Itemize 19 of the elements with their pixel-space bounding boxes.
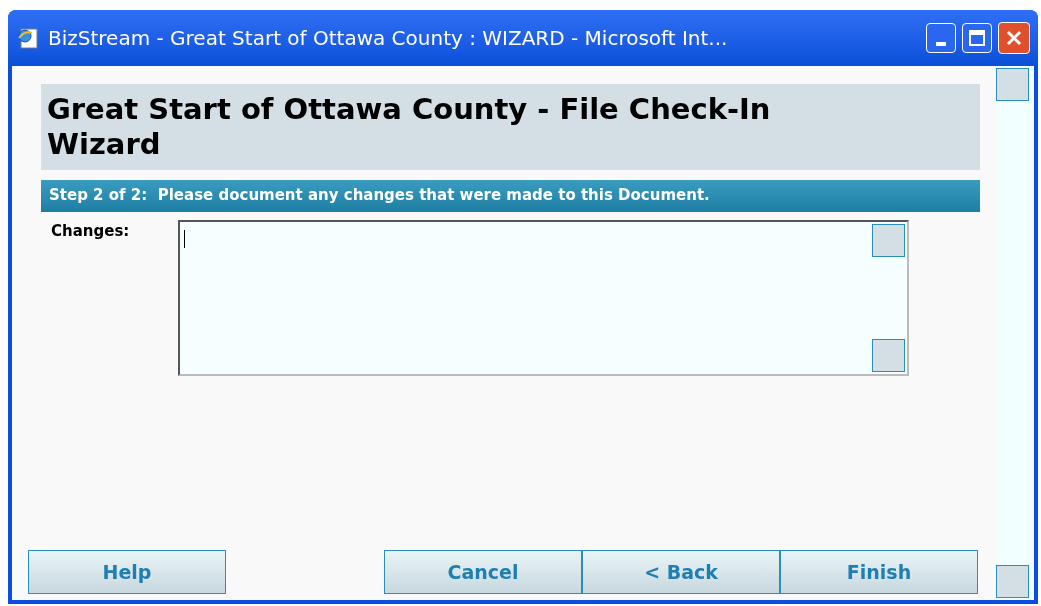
scroll-down-button[interactable] <box>996 565 1029 598</box>
changes-label: Changes: <box>51 220 131 242</box>
scroll-up-button[interactable] <box>872 223 905 257</box>
wizard-button[interactable]: Finish <box>780 550 978 594</box>
changes-field[interactable] <box>178 219 909 376</box>
wizard-button[interactable]: < Back <box>582 550 780 594</box>
maximize-button[interactable] <box>962 23 992 53</box>
scroll-down-button[interactable] <box>872 338 905 372</box>
close-icon <box>1006 30 1022 46</box>
minimize-button[interactable] <box>926 23 956 53</box>
minimize-icon <box>936 42 946 46</box>
help-button[interactable]: Help <box>28 550 226 594</box>
close-button[interactable] <box>998 22 1030 54</box>
wizard-button[interactable]: Cancel <box>384 550 582 594</box>
wizard-title: Great Start of Ottawa County - File Check-In Wizard <box>47 92 772 162</box>
window-title: BizStream - Great Start of Ottawa County : WIZARD - Microsoft Int... <box>48 25 729 52</box>
scroll-up-button[interactable] <box>996 68 1029 101</box>
step-text: Step 2 of 2: Please document any changes that were made to this Document. <box>49 185 710 207</box>
maximize-icon <box>969 30 985 46</box>
